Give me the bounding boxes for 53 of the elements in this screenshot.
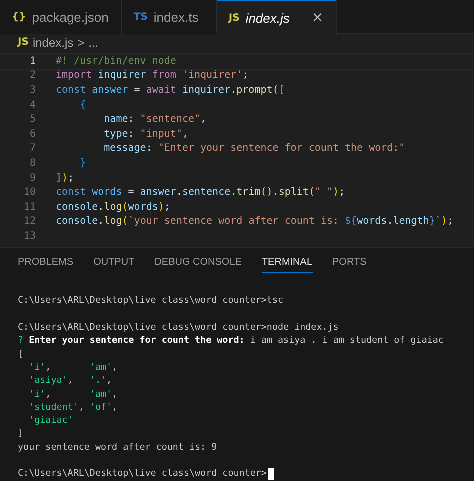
code-line: name: "sentence", [103, 114, 207, 126]
line-number: 11 [22, 202, 36, 213]
line-number: 10 [22, 187, 36, 198]
line-number: 2 [28, 70, 36, 82]
line-number: 12 [22, 216, 36, 228]
editor-tab[interactable]: TS index.ts [122, 0, 217, 34]
terminal-line: ? Enter your sentence for count the word: i am asiya . i am student of giaiac [18, 335, 444, 346]
close-icon[interactable]: × [312, 10, 324, 26]
code-line: ]); [56, 172, 74, 184]
terminal-line: C:\Users\ARL\Desktop\live class\word counter>node index.js [18, 322, 339, 334]
code-line: type: "input", [103, 128, 188, 140]
line-number: 8 [28, 158, 36, 169]
line-number: 3 [28, 84, 36, 96]
breadcrumb-item[interactable]: index.js [32, 36, 74, 50]
file-type-icon: JS [228, 12, 240, 24]
panel-tab[interactable]: OUTPUT [94, 256, 135, 273]
code-line: const words = answer.sentence.trim().split(" "); [56, 187, 346, 198]
code-line: import inquirer from 'inquirer'; [56, 70, 249, 82]
panel-tab[interactable]: DEBUG CONSOLE [154, 256, 242, 273]
terminal-line: ] [18, 428, 24, 440]
line-number: 4 [28, 100, 36, 111]
breadcrumb-item[interactable]: ... [88, 36, 99, 50]
file-type-icon: TS [134, 12, 148, 23]
line-number: 6 [28, 128, 36, 140]
terminal-line: 'asiya', '.', [28, 375, 112, 386]
line-number: 7 [28, 143, 36, 154]
terminal-line: 'i', 'am', [28, 388, 118, 400]
code-line: const answer = await inquirer.prompt([ [56, 84, 285, 96]
panel-tab[interactable]: PORTS [332, 256, 367, 273]
line-number: 5 [28, 114, 36, 126]
code-line: } [79, 158, 86, 169]
line-number: 1 [28, 56, 36, 67]
terminal-line: your sentence word after count is: 9 [18, 442, 218, 453]
code-line: console.log(`your sentence word after count is: ${words.length}`); [56, 216, 454, 228]
terminal-line: C:\Users\ARL\Desktop\live class\word counter>tsc [18, 295, 284, 306]
line-number: 13 [22, 230, 36, 242]
panel-tab[interactable]: PROBLEMS [18, 256, 74, 273]
terminal-line: [ [18, 348, 24, 360]
code-line: message: "Enter your sentence for count the word:" [103, 143, 406, 154]
panel-tab[interactable]: TERMINAL [262, 256, 312, 273]
code-line: console.log(words); [56, 202, 170, 213]
editor-tab[interactable]: JS index.js × [216, 0, 337, 35]
breadcrumb-separator: > [78, 36, 85, 50]
file-type-icon: {} [12, 12, 26, 23]
terminal-line: 'i', 'am', [28, 362, 118, 373]
code-line: { [79, 100, 86, 111]
code-line: #! /usr/bin/env node [56, 56, 176, 67]
line-number: 9 [28, 172, 36, 184]
file-type-icon: JS [18, 37, 29, 48]
terminal-line: 'student', 'of', [28, 402, 118, 413]
terminal-line: C:\Users\ARL\Desktop\live class\word counter> [18, 468, 267, 480]
terminal-line: 'giaiac' [28, 415, 74, 426]
editor-tab[interactable]: {} package.json [0, 0, 122, 34]
